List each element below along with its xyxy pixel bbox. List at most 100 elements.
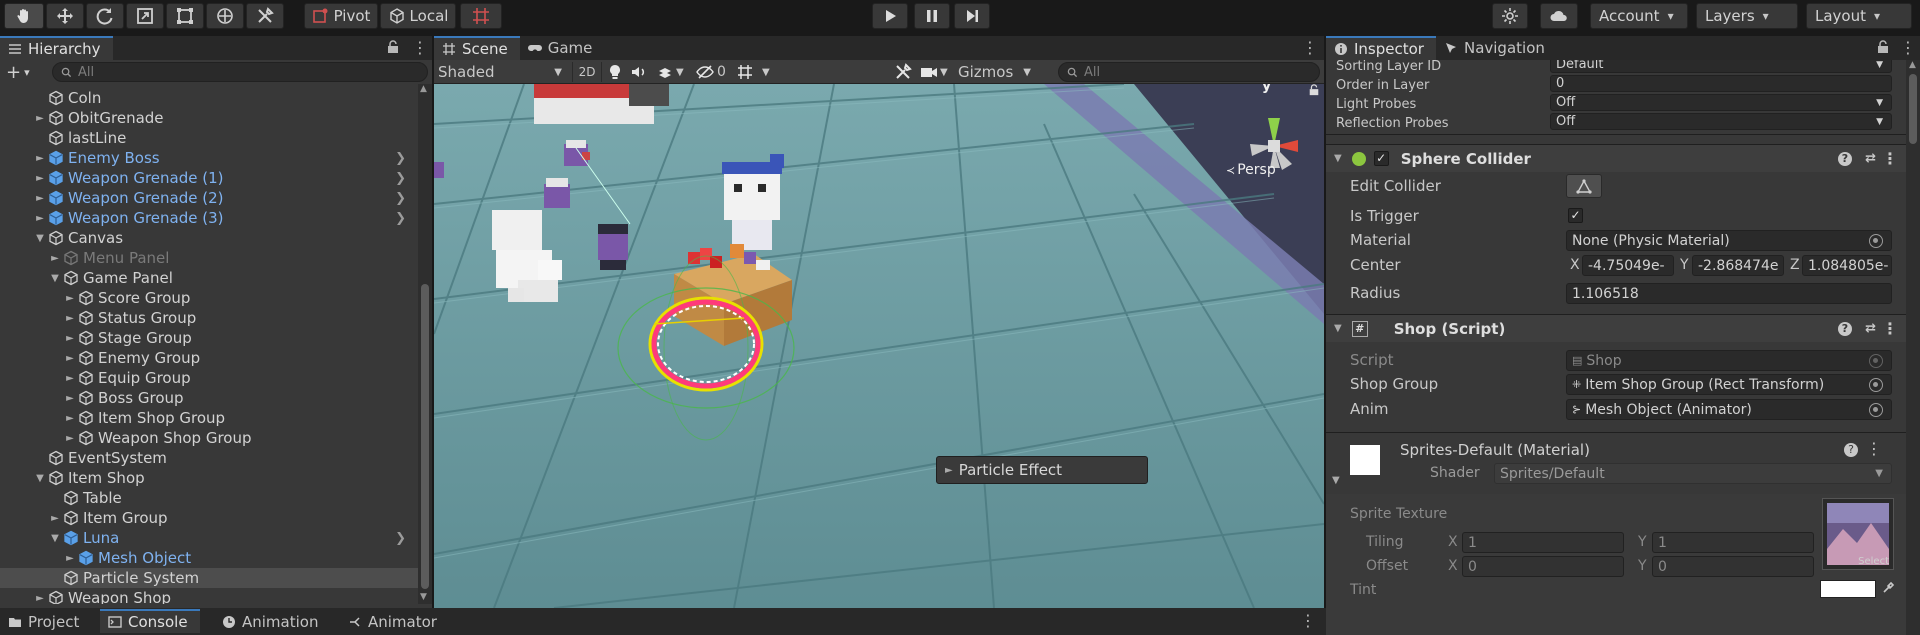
orientation-gizmo[interactable] <box>1224 84 1324 224</box>
hierarchy-search-input[interactable]: All <box>52 62 428 82</box>
foldout-expanded-icon[interactable]: ▼ <box>34 233 46 244</box>
foldout-expanded-icon[interactable]: ▼ <box>49 533 61 544</box>
hidden-objects-toggle[interactable]: 0 <box>696 63 732 81</box>
tab-scene[interactable]: Scene <box>434 36 520 60</box>
help-icon[interactable]: ? <box>1838 151 1852 166</box>
object-picker-icon[interactable] <box>1869 402 1883 417</box>
open-prefab-chevron-icon[interactable]: ❯ <box>395 171 406 186</box>
open-prefab-chevron-icon[interactable]: ❯ <box>395 211 406 226</box>
move-tool-button[interactable] <box>46 3 84 29</box>
scene-menu-icon[interactable]: ⋮ <box>1302 38 1318 57</box>
renderer-property-dropdown[interactable]: Default ▼ <box>1550 60 1892 73</box>
open-prefab-chevron-icon[interactable]: ❯ <box>395 151 406 166</box>
foldout-collapsed-icon[interactable]: ► <box>64 553 76 564</box>
local-toggle-button[interactable]: Local <box>380 3 456 29</box>
object-picker-icon[interactable] <box>1869 377 1883 392</box>
hierarchy-item[interactable]: Coln <box>0 88 418 108</box>
hierarchy-item[interactable]: lastLine <box>0 128 418 148</box>
material-field[interactable]: None (Physic Material) <box>1566 230 1892 251</box>
pivot-toggle-button[interactable]: Pivot <box>304 3 378 29</box>
tint-color-field[interactable] <box>1820 580 1876 598</box>
foldout-collapsed-icon[interactable]: ► <box>34 193 46 204</box>
sphere-collider-enabled-checkbox[interactable]: ✓ <box>1373 151 1389 166</box>
tab-animation[interactable]: Animation <box>214 610 330 634</box>
help-icon[interactable]: ? <box>1838 321 1852 336</box>
foldout-collapsed-icon[interactable]: ► <box>64 433 76 444</box>
hierarchy-item[interactable]: Particle System <box>0 568 418 588</box>
foldout-expanded-icon[interactable]: ▼ <box>34 473 46 484</box>
hierarchy-scrollbar-thumb[interactable] <box>421 284 429 589</box>
hierarchy-item[interactable]: ► Boss Group <box>0 388 418 408</box>
is-trigger-checkbox[interactable]: ✓ <box>1568 208 1583 223</box>
audio-toggle-button[interactable] <box>630 63 652 81</box>
offset-x-field[interactable]: 0 <box>1462 556 1624 577</box>
bottom-panel-menu-icon[interactable]: ⋮ <box>1300 611 1316 630</box>
hierarchy-item[interactable]: EventSystem <box>0 448 418 468</box>
foldout-arrow-icon[interactable]: ▼ <box>1332 475 1340 486</box>
play-button[interactable] <box>872 3 908 29</box>
foldout-expanded-icon[interactable]: ▼ <box>49 273 61 284</box>
hierarchy-item[interactable]: ▼ Game Panel <box>0 268 418 288</box>
scene-tools-button[interactable] <box>894 63 914 81</box>
scene-viewport[interactable]: y ≺ Persp ► Particle Effect <box>434 84 1324 608</box>
layers-dropdown[interactable]: Layers <box>1696 3 1798 29</box>
eyedropper-icon[interactable] <box>1882 580 1896 594</box>
tab-game[interactable]: Game <box>520 36 605 60</box>
particle-effect-overlay[interactable]: ► Particle Effect <box>936 456 1148 484</box>
shading-mode-dropdown[interactable]: Shaded ▼ <box>438 62 568 82</box>
shop-script-header[interactable]: ▼ # Shop (Script) ? ⇄ ⋮ <box>1326 314 1906 342</box>
center-x-field[interactable]: -4.75049e- <box>1582 255 1674 276</box>
foldout-collapsed-icon[interactable]: ► <box>34 213 46 224</box>
hierarchy-item[interactable]: ► Status Group <box>0 308 418 328</box>
transform-tool-button[interactable] <box>206 3 244 29</box>
tab-animator[interactable]: Animator <box>340 610 449 634</box>
foldout-collapsed-icon[interactable]: ► <box>64 293 76 304</box>
hand-tool-button[interactable] <box>4 3 44 29</box>
hierarchy-item[interactable]: ► Enemy Group <box>0 348 418 368</box>
scroll-up-icon[interactable]: ▲ <box>420 84 427 94</box>
grid-snap-button[interactable] <box>460 3 502 29</box>
hierarchy-item[interactable]: ► Stage Group <box>0 328 418 348</box>
tab-hierarchy[interactable]: Hierarchy <box>0 36 113 60</box>
hierarchy-item[interactable]: ► Item Group <box>0 508 418 528</box>
rect-tool-button[interactable] <box>166 3 204 29</box>
foldout-collapsed-icon[interactable]: ► <box>64 393 76 404</box>
services-button[interactable] <box>1492 3 1528 29</box>
rotate-tool-button[interactable] <box>86 3 124 29</box>
material-menu-icon[interactable]: ⋮ <box>1866 439 1882 458</box>
hierarchy-item[interactable]: ► ObitGrenade <box>0 108 418 128</box>
hierarchy-item[interactable]: ► Mesh Object <box>0 548 418 568</box>
sprite-texture-slot[interactable]: Select <box>1822 498 1894 570</box>
scroll-up-icon[interactable]: ▲ <box>1909 60 1916 70</box>
cloud-button[interactable] <box>1540 3 1578 29</box>
center-y-field[interactable]: -2.868474e <box>1692 255 1784 276</box>
foldout-collapsed-icon[interactable]: ► <box>64 353 76 364</box>
hierarchy-item[interactable]: ► Equip Group <box>0 368 418 388</box>
component-menu-icon[interactable]: ⋮ <box>1882 149 1898 168</box>
lock-icon[interactable] <box>386 40 400 54</box>
help-icon[interactable]: ? <box>1844 443 1858 457</box>
create-add-button[interactable]: + ▾ <box>6 62 36 83</box>
grid-snapping-dropdown[interactable]: ▼ <box>736 63 780 81</box>
foldout-collapsed-icon[interactable]: ► <box>64 333 76 344</box>
renderer-property-dropdown[interactable]: Off ▼ <box>1550 113 1892 130</box>
anim-field[interactable]: ⊱ Mesh Object (Animator) <box>1566 399 1892 420</box>
inspector-menu-icon[interactable]: ⋮ <box>1900 38 1916 57</box>
tab-project[interactable]: Project <box>0 610 91 634</box>
step-button[interactable] <box>954 3 990 29</box>
hierarchy-item[interactable]: ► Weapon Grenade (2) ❯ <box>0 188 418 208</box>
center-z-field[interactable]: 1.084805e- <box>1802 255 1892 276</box>
tiling-x-field[interactable]: 1 <box>1462 532 1624 553</box>
renderer-property-dropdown[interactable]: Off ▼ <box>1550 94 1892 111</box>
inspector-scrollbar-thumb[interactable] <box>1909 74 1917 144</box>
lighting-toggle-button[interactable] <box>606 63 626 81</box>
hierarchy-item[interactable]: ► Weapon Grenade (1) ❯ <box>0 168 418 188</box>
hierarchy-item[interactable]: ▼ Canvas <box>0 228 418 248</box>
foldout-collapsed-icon[interactable]: ► <box>64 373 76 384</box>
tab-navigation[interactable]: Navigation <box>1436 36 1557 60</box>
object-picker-icon[interactable] <box>1869 233 1883 248</box>
hierarchy-item[interactable]: ► Score Group <box>0 288 418 308</box>
open-prefab-chevron-icon[interactable]: ❯ <box>395 191 406 206</box>
offset-y-field[interactable]: 0 <box>1652 556 1814 577</box>
foldout-collapsed-icon[interactable]: ► <box>64 413 76 424</box>
